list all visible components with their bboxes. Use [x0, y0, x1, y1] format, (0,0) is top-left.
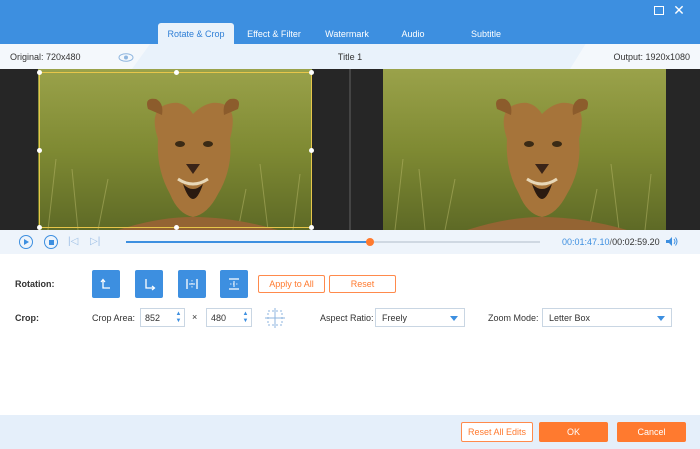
- footer-bar: Reset All Edits OK Cancel: [0, 415, 700, 449]
- crop-height-field[interactable]: 480 ▲ ▼: [206, 308, 252, 327]
- edit-tabs: Rotate & Crop Effect & Filter Watermark …: [158, 23, 526, 44]
- playback-bar: |◁ ▷| 00:01:47.10/00:02:59.20: [0, 230, 700, 254]
- crop-area-label: Crop Area:: [92, 313, 136, 323]
- flip-horizontal-button[interactable]: [178, 270, 206, 298]
- info-bar: Original: 720x480 Title 1 Output: 1920x1…: [0, 44, 700, 69]
- tab-audio[interactable]: Audio: [380, 23, 446, 44]
- tab-watermark[interactable]: Watermark: [314, 23, 380, 44]
- zoom-mode-value: Letter Box: [549, 313, 591, 323]
- reset-all-edits-button[interactable]: Reset All Edits: [461, 422, 533, 442]
- cancel-button[interactable]: Cancel: [617, 422, 686, 442]
- rotate-left-button[interactable]: [92, 270, 120, 298]
- stop-button[interactable]: [44, 235, 58, 249]
- lioness-output-image: [383, 69, 666, 230]
- rotate-right-button[interactable]: [135, 270, 163, 298]
- zoom-mode-select[interactable]: Letter Box: [542, 308, 672, 327]
- times-sign: ×: [192, 312, 198, 322]
- crop-handle[interactable]: [309, 148, 314, 153]
- maximize-icon[interactable]: [652, 3, 666, 17]
- output-resolution: Output: 1920x1080: [613, 52, 690, 62]
- crop-width-field[interactable]: 852 ▲ ▼: [140, 308, 185, 327]
- flip-horizontal-icon: [186, 279, 198, 289]
- crop-frame[interactable]: [37, 70, 314, 230]
- crop-height-value: 480: [211, 313, 227, 323]
- aspect-ratio-label: Aspect Ratio:: [320, 313, 374, 323]
- rotate-right-icon: [145, 279, 156, 291]
- crop-handle[interactable]: [37, 148, 42, 153]
- apply-to-all-button[interactable]: Apply to All: [258, 275, 325, 293]
- progress-thumb[interactable]: [366, 238, 375, 246]
- center-crop-icon[interactable]: [264, 307, 286, 329]
- next-frame-icon[interactable]: ▷|: [90, 236, 100, 247]
- close-icon[interactable]: ✕: [672, 3, 686, 17]
- chevron-down-icon: [657, 316, 665, 321]
- previous-frame-icon[interactable]: |◁: [68, 236, 78, 247]
- crop-handle[interactable]: [309, 70, 314, 75]
- flip-vertical-button[interactable]: [220, 270, 248, 298]
- tab-rotate-crop[interactable]: Rotate & Crop: [158, 23, 234, 44]
- aspect-ratio-select[interactable]: Freely: [375, 308, 465, 327]
- crop-label: Crop:: [15, 313, 39, 323]
- video-preview-area: [0, 69, 700, 230]
- volume-icon[interactable]: [665, 236, 678, 247]
- crop-handle[interactable]: [37, 70, 42, 75]
- time-display: 00:01:47.10/00:02:59.20: [562, 237, 660, 247]
- output-preview: [383, 69, 666, 230]
- tab-bar: ✕ Rotate & Crop Effect & Filter Watermar…: [0, 0, 700, 44]
- chevron-down-icon: [450, 316, 458, 321]
- total-time: 00:02:59.20: [612, 237, 660, 247]
- current-time: 00:01:47.10: [562, 237, 610, 247]
- tab-effect-filter[interactable]: Effect & Filter: [234, 23, 314, 44]
- crop-width-value: 852: [145, 313, 161, 323]
- progress-fill: [126, 241, 371, 243]
- tab-subtitle[interactable]: Subtitle: [446, 23, 526, 44]
- rotate-left-icon: [100, 278, 110, 289]
- reset-button[interactable]: Reset: [329, 275, 396, 293]
- height-stepper-icon[interactable]: ▲ ▼: [242, 311, 249, 325]
- ok-button[interactable]: OK: [539, 422, 608, 442]
- aspect-ratio-value: Freely: [382, 313, 408, 323]
- zoom-mode-label: Zoom Mode:: [488, 313, 539, 323]
- play-button[interactable]: [19, 235, 33, 249]
- width-stepper-icon[interactable]: ▲ ▼: [175, 311, 182, 325]
- rotation-label: Rotation:: [15, 279, 55, 289]
- crop-handle[interactable]: [174, 70, 179, 75]
- flip-vertical-icon: [229, 278, 239, 290]
- progress-slider[interactable]: [126, 238, 540, 246]
- video-title: Title 1: [337, 52, 363, 62]
